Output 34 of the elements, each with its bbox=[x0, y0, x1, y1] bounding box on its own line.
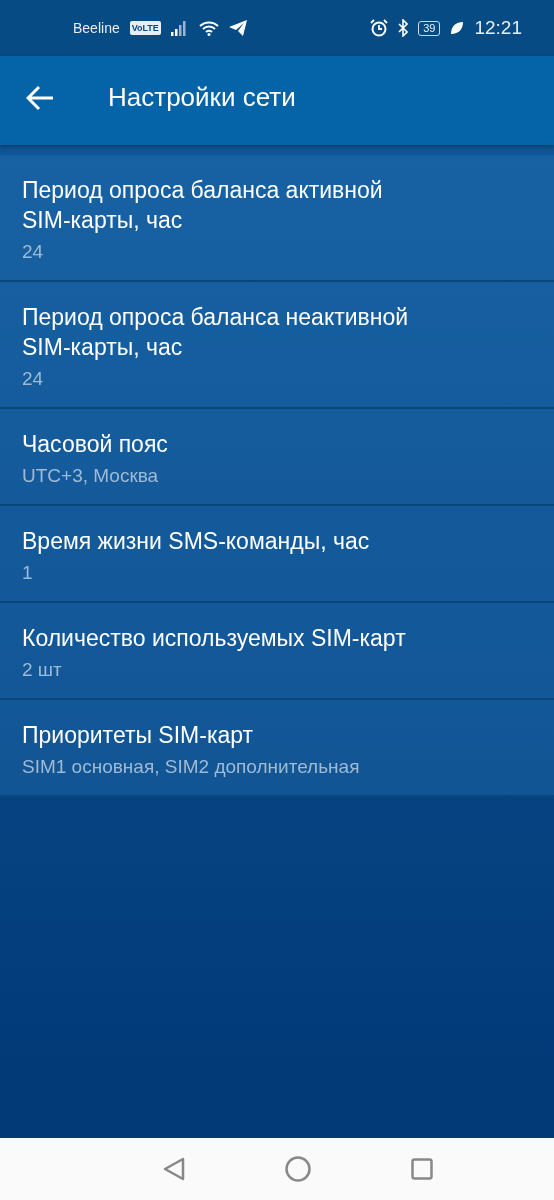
alarm-clock-icon bbox=[370, 19, 389, 37]
setting-title: Время жизни SMS-команды, час bbox=[22, 527, 371, 556]
home-icon[interactable] bbox=[285, 1156, 311, 1182]
settings-item[interactable]: Время жизни SMS-команды, час 1 bbox=[0, 506, 554, 603]
setting-value: 24 bbox=[22, 368, 45, 390]
settings-item[interactable]: Количество используемых SIM-карт 2 шт bbox=[0, 603, 554, 700]
settings-item[interactable]: Период опроса баланса активной SIM-карты, час 24 bbox=[0, 155, 554, 282]
setting-title: Часовой пояс bbox=[22, 430, 169, 459]
setting-value: 1 bbox=[22, 562, 34, 584]
clock-time: 12:21 bbox=[474, 17, 522, 39]
settings-item[interactable]: Приоритеты SIM-карт SIM1 основная, SIM2 дополнительная bbox=[0, 700, 554, 797]
setting-value: 24 bbox=[22, 241, 45, 263]
setting-title: Период опроса баланса неактивной SIM-карты, час bbox=[22, 303, 410, 362]
setting-value: 2 шт bbox=[22, 659, 63, 681]
setting-title: Количество используемых SIM-карт bbox=[22, 624, 407, 653]
back-arrow-icon bbox=[26, 84, 54, 111]
settings-item[interactable]: Период опроса баланса неактивной SIM-карты, час 24 bbox=[0, 282, 554, 409]
recent-apps-icon[interactable] bbox=[411, 1158, 433, 1180]
bluetooth-icon bbox=[398, 19, 409, 37]
volte-badge: VoLTE bbox=[129, 21, 161, 35]
carrier-name: Beeline bbox=[73, 20, 120, 36]
setting-title: Приоритеты SIM-карт bbox=[22, 721, 255, 750]
settings-item[interactable]: Часовой пояс UTC+3, Москва bbox=[0, 409, 554, 506]
paper-plane-icon bbox=[228, 20, 247, 36]
setting-title: Период опроса баланса активной SIM-карты, час bbox=[22, 176, 384, 235]
back-icon[interactable] bbox=[163, 1157, 185, 1181]
leaf-icon bbox=[450, 21, 465, 35]
setting-value: UTC+3, Москва bbox=[22, 465, 160, 487]
screen-title: Настройки сети bbox=[108, 82, 296, 113]
back-button[interactable] bbox=[26, 84, 54, 111]
wifi-icon bbox=[198, 20, 219, 36]
setting-value: SIM1 основная, SIM2 дополнительная bbox=[22, 756, 361, 778]
battery-indicator: 39 bbox=[418, 20, 441, 36]
signal-icon bbox=[170, 20, 189, 36]
